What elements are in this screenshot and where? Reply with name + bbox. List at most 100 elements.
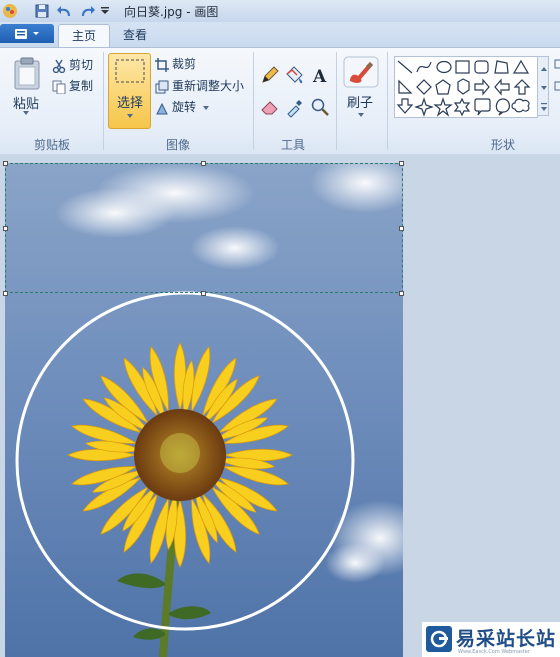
paint-bucket-icon [286,66,303,84]
watermark-text: 易采站长站 [456,628,557,650]
copy-icon [52,80,66,94]
pentagon-shape-icon [435,79,451,95]
select-button[interactable]: 选择 [108,53,151,129]
oval-callout-shape-icon [495,98,510,116]
magnifier-icon [311,98,329,116]
resize-label: 重新调整大小 [172,79,245,93]
polygon-shape-icon [494,60,509,74]
clipboard-group-label: 剪贴板 [34,138,71,152]
six-point-star-shape-icon [453,97,471,117]
text-a-icon: A [312,67,327,87]
shapes-gallery-scroll[interactable] [537,56,549,116]
paste-dropdown-arrow-icon [23,111,29,115]
file-menu-icon [15,29,39,39]
crop-icon [155,57,169,72]
crop-button[interactable]: 裁剪 [155,55,196,73]
window-title: 向日葵.jpg - 画图 [124,5,219,19]
ribbon-separator [103,52,104,150]
selection-handle[interactable] [3,161,8,166]
rotate-dropdown-arrow-icon [202,105,209,110]
crop-label: 裁剪 [172,57,197,71]
brushes-button[interactable]: 刷子 [342,55,380,125]
diamond-shape-icon [416,79,432,95]
color-picker-button[interactable] [284,96,306,118]
selection-handle[interactable] [3,226,8,231]
oval-shape-icon [436,60,452,74]
ribbon-separator [387,52,388,150]
selection-handle[interactable] [399,291,404,296]
fill-tool-button[interactable] [284,64,306,86]
pencil-tool-button[interactable] [259,64,281,86]
file-menu-button[interactable] [0,24,54,43]
shapes-gallery[interactable] [394,56,538,118]
triangle-shape-icon [512,59,530,74]
selection-rectangle[interactable] [5,163,403,293]
selection-handle[interactable] [201,291,206,296]
ribbon-separator [253,52,254,150]
four-point-star-shape-icon [414,97,434,117]
select-label: 选择 [117,96,144,111]
right-triangle-shape-icon [398,79,413,94]
text-tool-button[interactable]: A [309,64,331,87]
rotate-icon [156,102,168,114]
ribbon-separator [336,52,337,150]
paste-label: 粘贴 [13,97,40,112]
curve-shape-icon [416,61,432,73]
select-rectangle-icon [115,59,145,83]
copy-label: 复制 [69,79,94,93]
resize-icon [155,80,169,93]
shapes-gallery-icons [396,59,531,117]
paste-button[interactable]: 粘贴 [9,55,45,127]
selection-handle[interactable] [399,161,404,166]
cut-label: 剪切 [69,58,94,72]
select-dropdown-arrow-icon [127,114,133,118]
tab-view[interactable]: 查看 [112,24,158,47]
customize-quick-access-icon[interactable] [100,6,110,22]
shapes-group-label: 形状 [491,138,516,152]
arrow-up-shape-icon [513,79,531,95]
eraser-icon [261,101,278,115]
shape-outline-icon [554,59,560,91]
eyedropper-icon [287,100,302,118]
tools-group-label: 工具 [281,138,306,152]
rotate-button[interactable]: 旋转 [155,98,209,116]
five-point-star-shape-icon [433,97,453,117]
rectangle-shape-icon [455,60,470,74]
rotate-label: 旋转 [172,100,197,114]
selection-handle[interactable] [201,161,206,166]
eraser-tool-button[interactable] [259,96,281,118]
undo-icon[interactable] [56,3,74,19]
hexagon-shape-icon [457,78,470,95]
arrow-left-shape-icon [494,78,510,96]
brush-icon [343,56,379,88]
svg-text:A: A [312,67,327,86]
arrow-right-shape-icon [474,78,490,96]
scissors-icon [52,59,66,73]
rounded-rectangle-shape-icon [474,60,489,74]
redo-icon[interactable] [78,3,96,19]
rounded-callout-shape-icon [474,98,491,116]
resize-button[interactable]: 重新调整大小 [155,77,244,95]
watermark: 易采站长站 Www.Easck.Com Webmaster [422,622,560,657]
cloud-callout-shape-icon [511,98,530,113]
copy-button[interactable]: 复制 [52,77,93,95]
gallery-scroll-arrows-icon [541,67,547,111]
brushes-label: 刷子 [347,96,374,111]
paint-app-icon[interactable] [2,3,18,19]
paste-icon [14,57,40,90]
arrow-down-shape-icon [396,98,414,114]
outline-fill-partial[interactable] [553,58,560,108]
selection-handle[interactable] [399,226,404,231]
pencil-icon [262,66,279,83]
cut-button[interactable]: 剪切 [52,56,93,74]
site-logo-icon [426,626,452,652]
title-bar: 向日葵.jpg - 画图 [0,0,560,22]
save-icon[interactable] [34,3,50,19]
watermark-subtext: Www.Easck.Com Webmaster [458,649,530,655]
magnifier-button[interactable] [309,96,331,118]
selection-handle[interactable] [3,291,8,296]
image-group-label: 图像 [166,138,191,152]
tab-home[interactable]: 主页 [58,24,110,48]
line-shape-icon [397,60,413,74]
brushes-dropdown-arrow-icon [358,113,364,117]
